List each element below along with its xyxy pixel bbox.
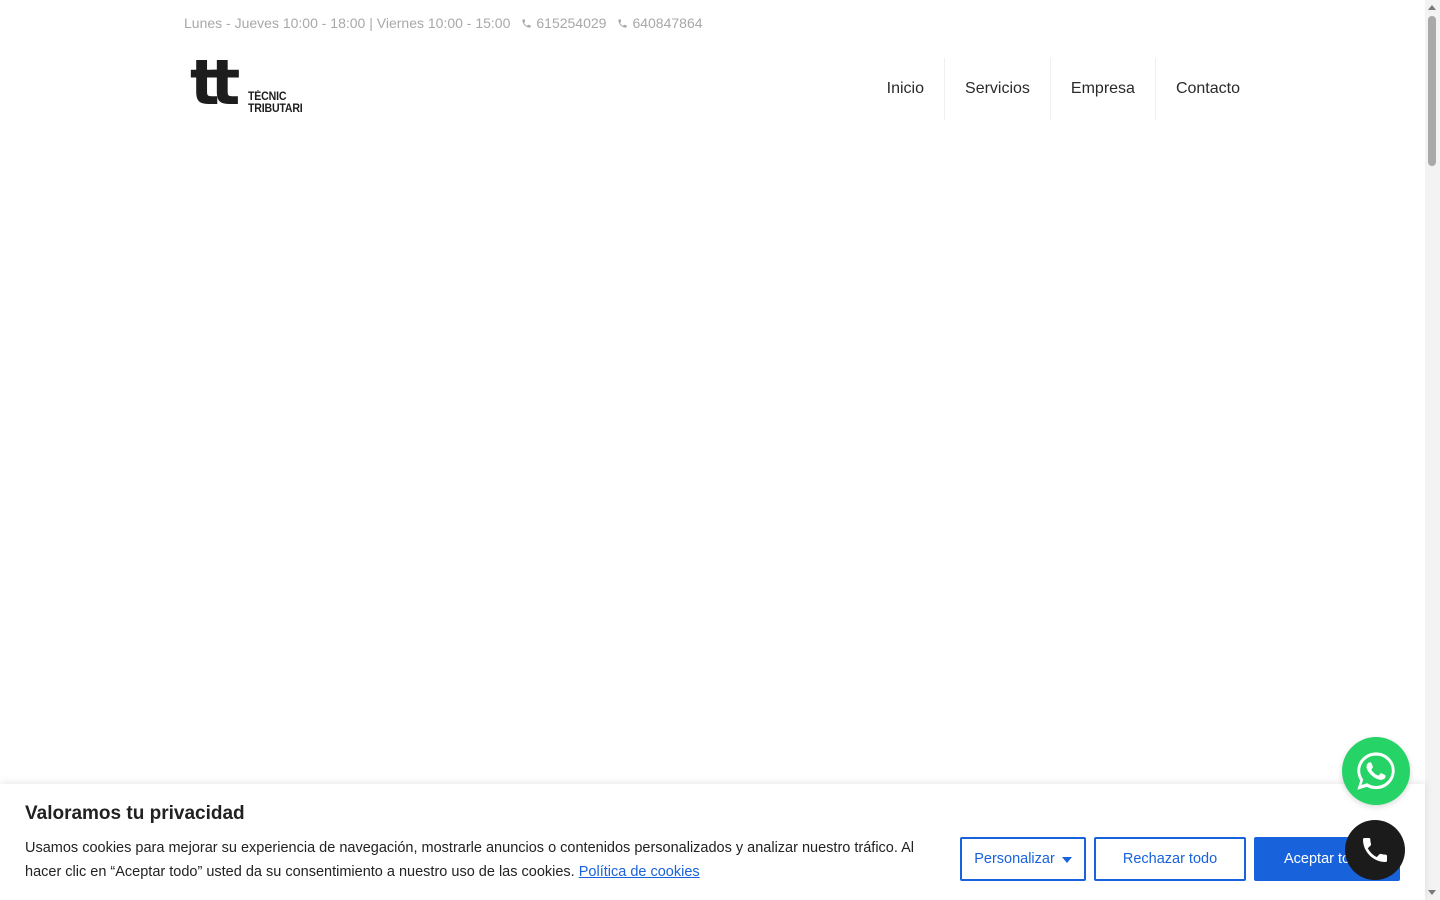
- phone-number-2: 640847864: [632, 15, 703, 31]
- top-info-bar: Lunes - Jueves 10:00 - 18:00 | Viernes 1…: [184, 13, 703, 33]
- cookie-banner-text: Usamos cookies para mejorar su experienc…: [25, 836, 935, 884]
- scroll-up-arrow-icon[interactable]: [1428, 5, 1436, 10]
- opening-hours: Lunes - Jueves 10:00 - 18:00 | Viernes 1…: [184, 15, 511, 31]
- phone-icon: [1363, 838, 1387, 862]
- phone-icon: [522, 18, 531, 28]
- customize-button[interactable]: Personalizar: [960, 837, 1086, 881]
- whatsapp-icon: [1357, 752, 1395, 790]
- scroll-down-arrow-icon[interactable]: [1428, 890, 1436, 895]
- scrollbar-thumb[interactable]: [1428, 16, 1436, 166]
- logo-mark: tt: [190, 46, 240, 119]
- logo-line-1: TÈCNIC: [248, 91, 287, 103]
- call-button[interactable]: [1345, 820, 1405, 880]
- page-scrollbar[interactable]: [1425, 0, 1440, 900]
- nav-item-servicios[interactable]: Servicios: [944, 58, 1050, 120]
- logo-line-2: TRIBUTARI: [248, 103, 303, 115]
- customize-label: Personalizar: [974, 851, 1055, 867]
- cookie-policy-link[interactable]: Política de cookies: [579, 864, 700, 880]
- caret-down-icon: [1061, 857, 1072, 863]
- cookie-description: Usamos cookies para mejorar su experienc…: [25, 840, 915, 880]
- site-logo[interactable]: tt TÈCNIC TRIBUTARI: [190, 52, 310, 118]
- cookie-banner-title: Valoramos tu privacidad: [25, 803, 245, 824]
- phone-link-1[interactable]: 615254029: [521, 15, 606, 31]
- whatsapp-button[interactable]: [1342, 737, 1410, 805]
- phone-number-1: 615254029: [536, 15, 607, 31]
- cookie-consent-banner: Valoramos tu privacidad Usamos cookies p…: [0, 784, 1425, 900]
- main-nav: Inicio Servicios Empresa Contacto: [867, 58, 1260, 120]
- phone-icon: [618, 18, 628, 28]
- reject-all-button[interactable]: Rechazar todo: [1094, 837, 1246, 881]
- nav-item-inicio[interactable]: Inicio: [867, 58, 944, 120]
- nav-item-contacto[interactable]: Contacto: [1154, 58, 1260, 120]
- phone-link-2[interactable]: 640847864: [617, 15, 703, 31]
- nav-item-empresa[interactable]: Empresa: [1049, 58, 1155, 120]
